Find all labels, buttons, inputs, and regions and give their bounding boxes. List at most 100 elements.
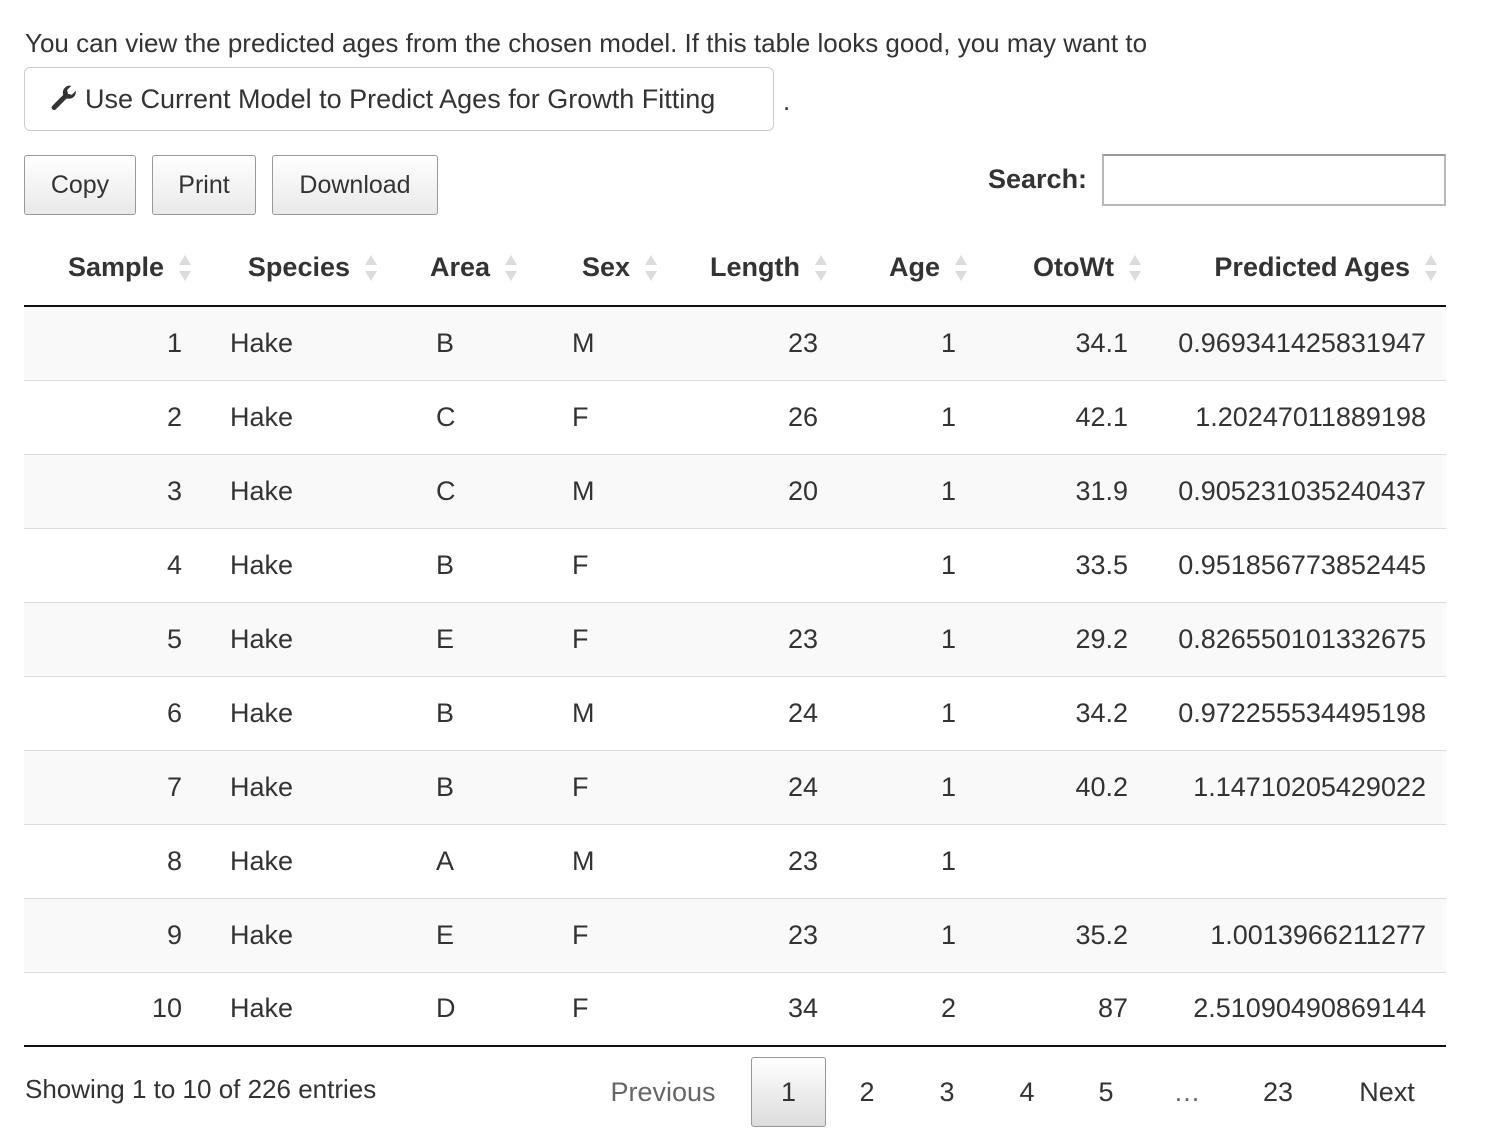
pagination-ellipsis: … [1173, 1076, 1201, 1107]
cell-sex: M [526, 306, 666, 380]
cell-age: 1 [836, 379, 976, 454]
column-header-label: Area [429, 252, 490, 282]
table-row: 10 Hake D F 34 2 87 2.51090490869144 [24, 971, 1446, 1047]
table-header-row: Sample Species Area Sex Length Age OtoWt… [24, 230, 1446, 307]
cell-length: 23 [666, 897, 836, 972]
print-button[interactable]: Print [152, 155, 256, 215]
cell-area: E [386, 897, 526, 972]
table-row: 7 Hake B F 24 1 40.2 1.14710205429022 [24, 749, 1446, 824]
search-input[interactable] [1102, 154, 1446, 206]
table-row: 4 Hake B F 1 33.5 0.951856773852445 [24, 527, 1446, 602]
column-header-label: Predicted Ages [1214, 252, 1410, 282]
column-header-area[interactable]: Area [386, 230, 526, 307]
cell-predicted-age: 0.951856773852445 [1150, 527, 1446, 602]
cell-species: Hake [200, 675, 386, 750]
column-header-sex[interactable]: Sex [526, 230, 666, 307]
pagination-page-1[interactable]: 1 [751, 1057, 826, 1127]
cell-predicted-age: 1.14710205429022 [1150, 749, 1446, 824]
cell-sex: M [526, 453, 666, 528]
cell-age: 1 [836, 601, 976, 676]
pagination-next[interactable]: Next [1336, 1057, 1438, 1127]
table-info: Showing 1 to 10 of 226 entries [25, 1074, 377, 1104]
cell-sample: 4 [24, 527, 200, 602]
download-button[interactable]: Download [272, 155, 438, 215]
cell-length: 23 [666, 306, 836, 380]
use-model-button-label: Use Current Model to Predict Ages for Gr… [85, 83, 716, 114]
cell-area: B [386, 749, 526, 824]
cell-sample: 3 [24, 453, 200, 528]
sort-both-icon [364, 253, 378, 283]
cell-sample: 2 [24, 379, 200, 454]
column-header-length[interactable]: Length [666, 230, 836, 307]
pagination-page-23[interactable]: 23 [1238, 1057, 1318, 1127]
column-header-sample[interactable]: Sample [24, 230, 200, 307]
pagination-page-5[interactable]: 5 [1073, 1057, 1139, 1127]
copy-button[interactable]: Copy [24, 155, 136, 215]
cell-species: Hake [200, 453, 386, 528]
cell-length: 23 [666, 601, 836, 676]
cell-otowt: 40.2 [976, 749, 1150, 824]
sort-both-icon [1128, 253, 1142, 283]
cell-species: Hake [200, 601, 386, 676]
column-header-otowt[interactable]: OtoWt [976, 230, 1150, 307]
pagination-previous[interactable]: Previous [600, 1057, 726, 1127]
column-header-label: OtoWt [1033, 252, 1114, 282]
pagination-page-2[interactable]: 2 [834, 1057, 900, 1127]
cell-sex: F [526, 971, 666, 1047]
cell-species: Hake [200, 379, 386, 454]
pagination-page-3[interactable]: 3 [914, 1057, 980, 1127]
table-row: 2 Hake C F 26 1 42.1 1.20247011889198 [24, 379, 1446, 454]
cell-species: Hake [200, 971, 386, 1047]
cell-sample: 1 [24, 306, 200, 380]
cell-predicted-age: 0.972255534495198 [1150, 675, 1446, 750]
cell-otowt [976, 823, 1150, 898]
cell-age: 2 [836, 971, 976, 1047]
cell-area: B [386, 306, 526, 380]
cell-otowt: 33.5 [976, 527, 1150, 602]
predicted-ages-table: Sample Species Area Sex Length Age OtoWt… [24, 230, 1446, 1047]
cell-predicted-age: 0.826550101332675 [1150, 601, 1446, 676]
cell-otowt: 34.1 [976, 306, 1150, 380]
cell-length: 26 [666, 379, 836, 454]
cell-area: C [386, 379, 526, 454]
pagination-page-4[interactable]: 4 [994, 1057, 1060, 1127]
cell-species: Hake [200, 897, 386, 972]
cell-predicted-age: 1.0013966211277 [1150, 897, 1446, 972]
cell-age: 1 [836, 749, 976, 824]
table-body: 1 Hake B M 23 1 34.1 0.969341425831947 2 Hake C F 26… [24, 306, 1446, 1047]
use-model-predict-ages-button[interactable]: Use Current Model to Predict Ages for Gr… [24, 67, 774, 131]
cell-area: D [386, 971, 526, 1047]
cell-predicted-age: 1.20247011889198 [1150, 379, 1446, 454]
cell-area: B [386, 675, 526, 750]
cell-species: Hake [200, 306, 386, 380]
cell-predicted-age [1150, 823, 1446, 898]
cell-species: Hake [200, 823, 386, 898]
column-header-label: Species [247, 252, 350, 282]
sort-both-icon [178, 253, 192, 283]
cell-sample: 5 [24, 601, 200, 676]
cell-length [666, 527, 836, 602]
cell-area: C [386, 453, 526, 528]
cell-area: B [386, 527, 526, 602]
cell-sample: 7 [24, 749, 200, 824]
table-row: 9 Hake E F 23 1 35.2 1.0013966211277 [24, 897, 1446, 972]
sort-both-icon [954, 253, 968, 283]
cell-sample: 8 [24, 823, 200, 898]
trailing-dot: . [783, 86, 791, 116]
cell-predicted-age: 2.51090490869144 [1150, 971, 1446, 1047]
sort-both-icon [814, 253, 828, 283]
table-row: 8 Hake A M 23 1 [24, 823, 1446, 898]
cell-otowt: 31.9 [976, 453, 1150, 528]
cell-sample: 6 [24, 675, 200, 750]
cell-area: A [386, 823, 526, 898]
cell-sex: F [526, 379, 666, 454]
wrench-icon [49, 84, 79, 114]
cell-species: Hake [200, 527, 386, 602]
sort-both-icon [504, 253, 518, 283]
cell-sex: F [526, 527, 666, 602]
column-header-age[interactable]: Age [836, 230, 976, 307]
cell-length: 20 [666, 453, 836, 528]
cell-predicted-age: 0.905231035240437 [1150, 453, 1446, 528]
column-header-species[interactable]: Species [200, 230, 386, 307]
column-header-predicted-ages[interactable]: Predicted Ages [1150, 230, 1446, 307]
